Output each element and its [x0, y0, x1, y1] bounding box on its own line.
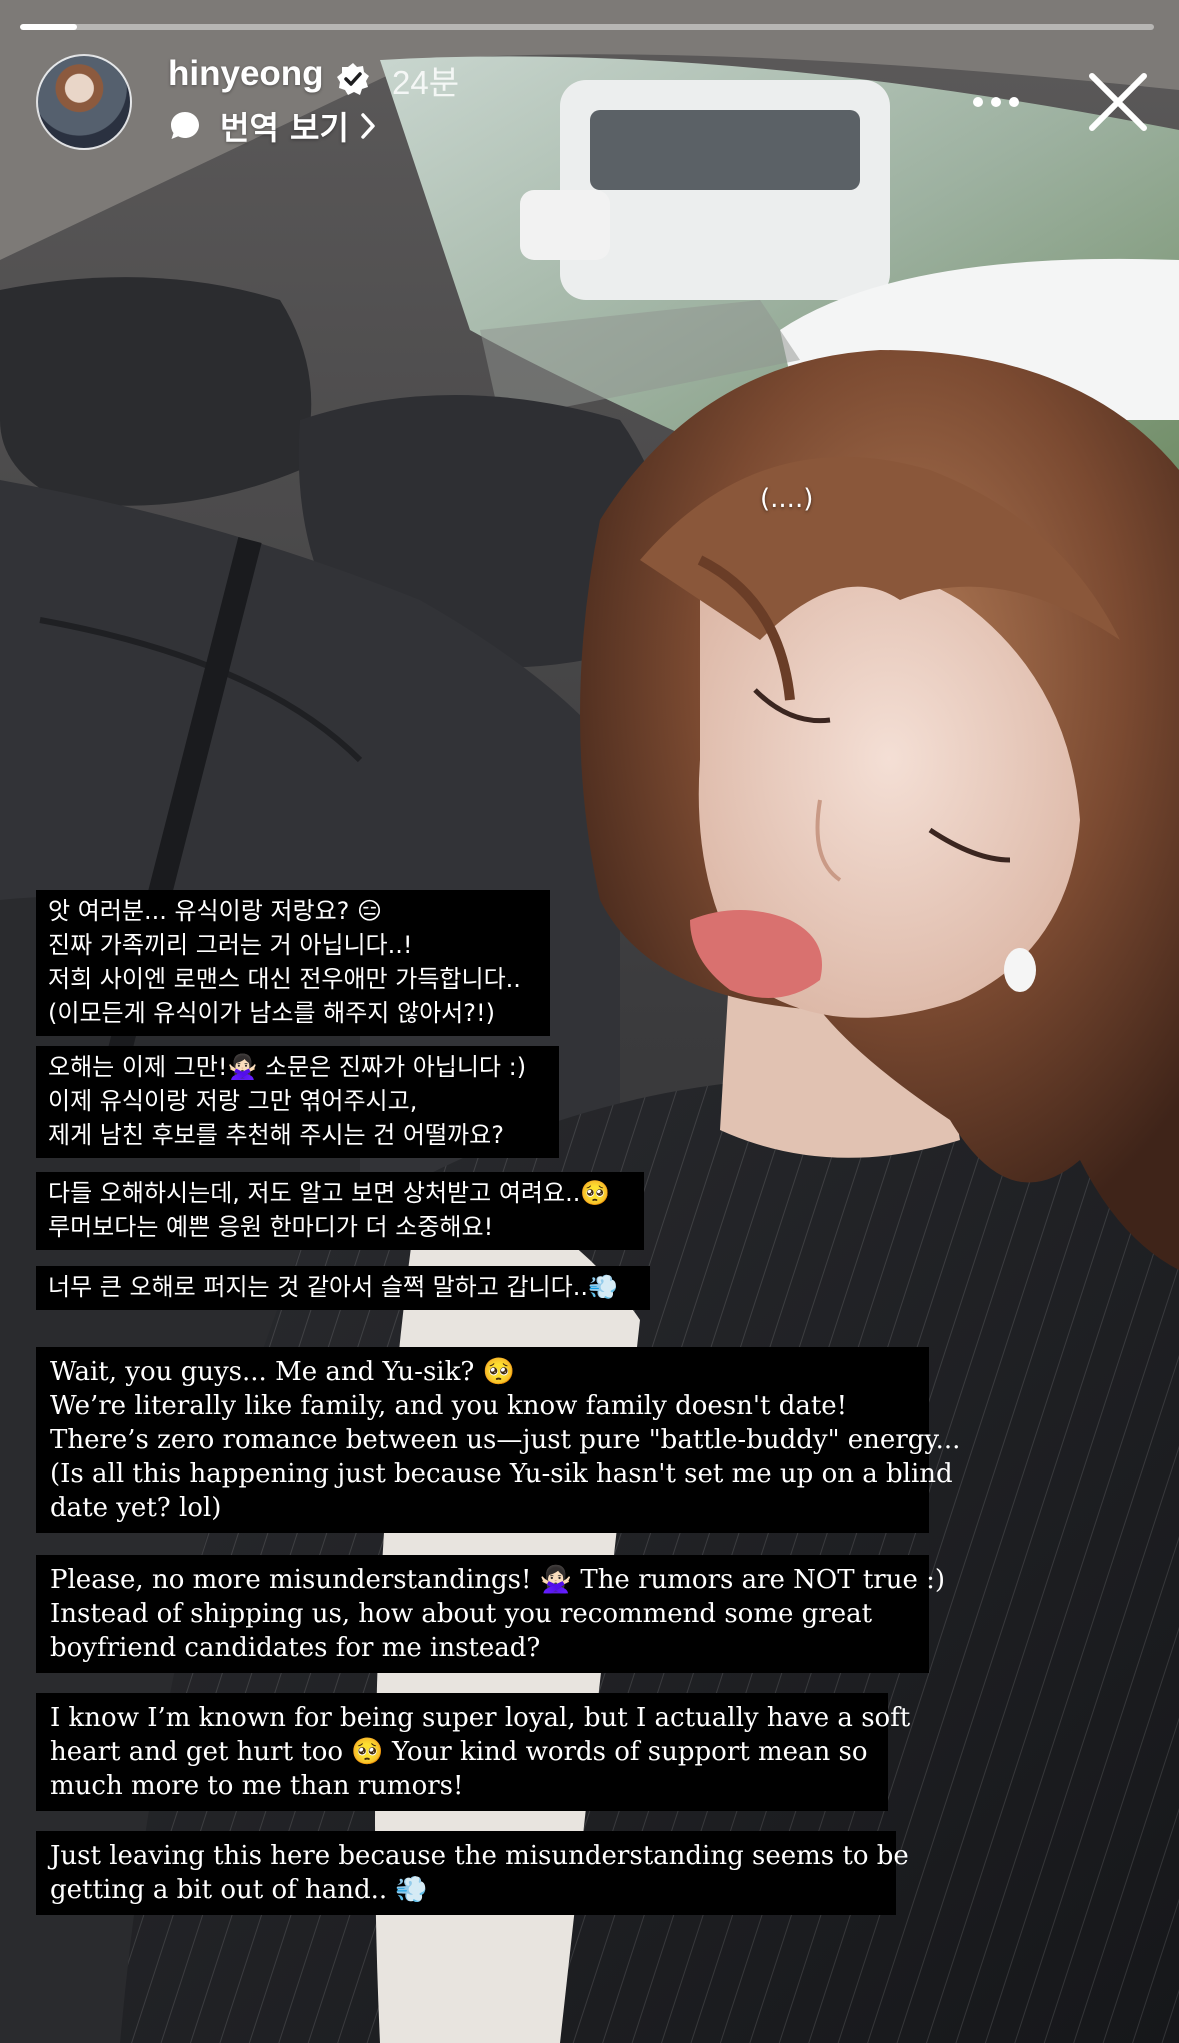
username[interactable]: hinyeong	[168, 54, 324, 94]
caption-line: 이제 유식이랑 저랑 그만 엮어주시고,	[48, 1087, 418, 1115]
photo-text-note: (....)	[760, 484, 814, 514]
caption-line: 다들 오해하시는데, 저도 알고 보면 상처받고 여려요..🥺	[48, 1179, 611, 1207]
caption-line: getting a bit out of hand.. 💨	[50, 1875, 428, 1905]
caption-line: We’re literally like family, and you kno…	[50, 1391, 848, 1421]
caption-korean-4: 너무 큰 오해로 퍼지는 것 같아서 슬쩍 말하고 갑니다..💨	[36, 1266, 650, 1310]
caption-line: Instead of shipping us, how about you re…	[50, 1599, 873, 1629]
caption-english-1: Wait, you guys... Me and Yu-sik? 🥺 We’re…	[36, 1347, 961, 1533]
caption-line: (이모든게 유식이가 남소를 해주지 않아서?!)	[48, 999, 495, 1027]
story-progress-bar	[20, 24, 1154, 30]
caption-line: There’s zero romance between us—just pur…	[50, 1425, 961, 1455]
caption-line: I know I’m known for being super loyal, …	[50, 1703, 911, 1733]
verified-badge-icon	[337, 63, 369, 95]
translate-button[interactable]: 번역 보기	[168, 104, 377, 148]
caption-line: Just leaving this here because the misun…	[50, 1841, 909, 1871]
avatar[interactable]	[36, 54, 132, 150]
caption-english-3: I know I’m known for being super loyal, …	[36, 1693, 911, 1811]
caption-korean-2: 오해는 이제 그만!🙅🏻‍♀️ 소문은 진짜가 아닙니다 :) 이제 유식이랑 …	[36, 1046, 559, 1158]
speech-bubble-icon	[171, 112, 199, 139]
translate-label: 번역 보기	[220, 109, 349, 147]
caption-line: 앗 여러분... 유식이랑 저랑요? 😑	[48, 897, 383, 925]
caption-line: 너무 큰 오해로 퍼지는 것 같아서 슬쩍 말하고 갑니다..💨	[48, 1273, 618, 1301]
story-viewer: hinyeong 24분 번역 보기 (....) 앗 여러분... 유식이랑 …	[0, 0, 1179, 2043]
chevron-right-icon	[361, 113, 375, 139]
caption-line: (Is all this happening just because Yu-s…	[50, 1459, 953, 1489]
story-progress-fill	[20, 24, 77, 30]
caption-line: 진짜 가족끼리 그러는 거 아닙니다..!	[48, 931, 413, 959]
more-icon[interactable]	[968, 82, 1024, 122]
caption-line: 루머보다는 예쁜 응원 한마디가 더 소중해요!	[48, 1213, 494, 1241]
caption-line: Wait, you guys... Me and Yu-sik? 🥺	[50, 1357, 515, 1387]
caption-line: 제게 남친 후보를 추천해 주시는 건 어떨까요?	[48, 1121, 504, 1149]
caption-line: 저희 사이엔 로맨스 대신 전우애만 가득합니다..	[48, 965, 521, 993]
post-time: 24분	[392, 64, 460, 101]
caption-english-4: Just leaving this here because the misun…	[36, 1831, 909, 1915]
caption-line: date yet? lol)	[50, 1493, 222, 1523]
caption-korean-1: 앗 여러분... 유식이랑 저랑요? 😑 진짜 가족끼리 그러는 거 아닙니다.…	[36, 890, 550, 1036]
caption-line: 오해는 이제 그만!🙅🏻‍♀️ 소문은 진짜가 아닙니다 :)	[48, 1053, 527, 1081]
caption-line: much more to me than rumors!	[50, 1771, 464, 1801]
caption-line: heart and get hurt too 🥺 Your kind words…	[50, 1737, 868, 1767]
caption-line: Please, no more misunderstandings! 🙅🏻‍♀️…	[50, 1565, 946, 1595]
caption-english-2: Please, no more misunderstandings! 🙅🏻‍♀️…	[36, 1555, 946, 1673]
caption-korean-3: 다들 오해하시는데, 저도 알고 보면 상처받고 여려요..🥺 루머보다는 예쁜…	[36, 1172, 644, 1250]
caption-line: boyfriend candidates for me instead?	[50, 1633, 541, 1663]
close-icon[interactable]	[1086, 70, 1150, 134]
